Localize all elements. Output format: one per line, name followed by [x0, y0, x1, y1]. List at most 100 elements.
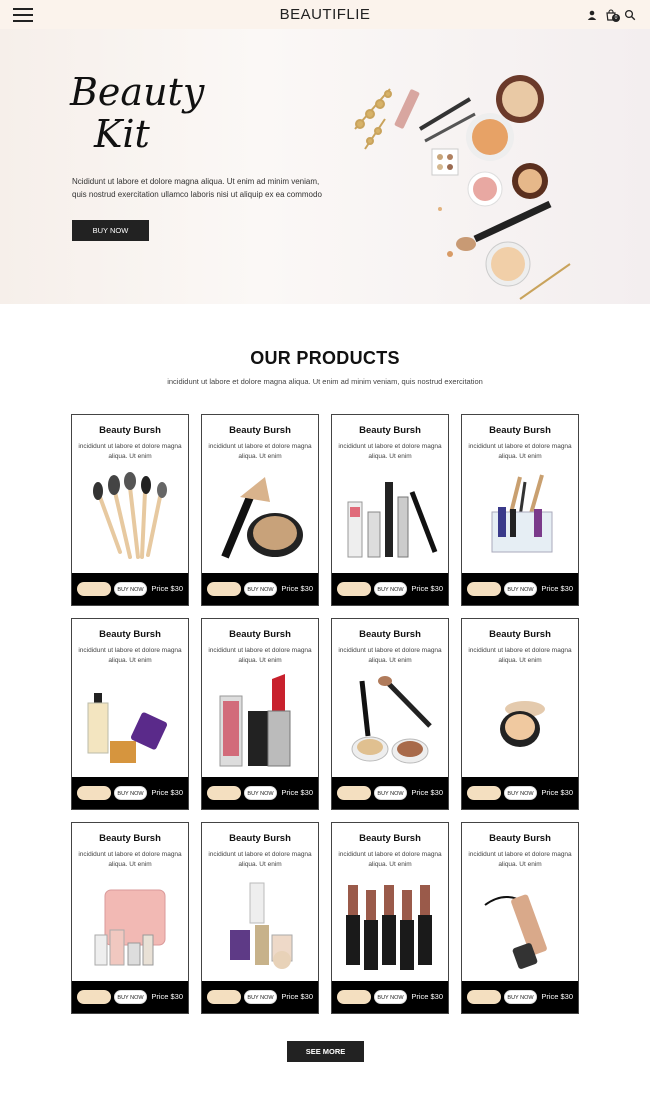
product-card[interactable]: Beauty Bursh incididunt ut labore et dol… — [331, 414, 449, 606]
hero-banner: Beauty Kit Ncididunt ut labore et dolore… — [0, 29, 650, 304]
compact-icon — [500, 701, 545, 747]
makeup-kit-icon — [351, 676, 432, 764]
user-icon[interactable] — [586, 8, 598, 20]
hero-buy-now-button[interactable]: BUY NOW — [72, 220, 149, 241]
product-price: Price $30 — [541, 992, 573, 1001]
cart-icon[interactable]: 0 — [605, 8, 620, 22]
product-card[interactable]: Beauty Bursh incididunt ut labore et dol… — [71, 414, 189, 606]
products-section-title: OUR PRODUCTS — [250, 348, 400, 368]
eyeliner-icon — [484, 894, 547, 969]
product-card[interactable]: Beauty Bursh incididunt ut labore et dol… — [201, 414, 319, 606]
product-price: Price $30 — [151, 788, 183, 797]
add-to-cart-button[interactable]: Add to cart — [77, 582, 111, 596]
buy-now-button[interactable]: BUY NOW — [504, 990, 537, 1004]
add-to-cart-button[interactable]: Add to cart — [77, 990, 111, 1004]
product-price: Price $30 — [411, 788, 443, 797]
brushes-icon — [93, 472, 167, 559]
brand-logo[interactable]: BEAUTIFLIE — [0, 6, 650, 23]
powder-compact-icon — [221, 477, 303, 559]
product-card[interactable]: Beauty Bursh incididunt ut labore et dol… — [331, 822, 449, 1014]
perfume-set-icon — [230, 882, 293, 969]
product-price: Price $30 — [411, 992, 443, 1001]
product-card[interactable]: Beauty Bursh incididunt ut labore et dol… — [331, 618, 449, 810]
page: BEAUTIFLIE 0 Beauty Kit Ncididunt ut lab… — [0, 0, 650, 1094]
product-price: Price $30 — [281, 788, 313, 797]
bottles-icon — [87, 693, 168, 763]
buy-now-button[interactable]: BUY NOW — [114, 786, 147, 800]
buy-now-button[interactable]: BUY NOW — [114, 990, 147, 1004]
product-price: Price $30 — [151, 992, 183, 1001]
hero-title-line2: Kit — [94, 112, 150, 156]
product-actions-bar: Add to cart BUY NOW Price $30 — [462, 981, 578, 1013]
buy-now-button[interactable]: BUY NOW — [244, 582, 277, 596]
product-actions-bar: Add to cart BUY NOW Price $30 — [72, 777, 188, 809]
product-price: Price $30 — [411, 584, 443, 593]
add-to-cart-button[interactable]: Add to cart — [467, 582, 501, 596]
add-to-cart-button[interactable]: Add to cart — [467, 990, 501, 1004]
add-to-cart-button[interactable]: Add to cart — [207, 786, 241, 800]
product-actions-bar: Add to cart BUY NOW Price $30 — [462, 573, 578, 605]
hero-title: Beauty Kit — [70, 71, 230, 155]
search-icon[interactable] — [624, 8, 636, 21]
buy-now-button[interactable]: BUY NOW — [504, 582, 537, 596]
product-title: Beauty Bursh — [489, 425, 551, 436]
product-title: Beauty Bursh — [99, 425, 161, 436]
product-description: incididunt ut labore et dolore magna ali… — [78, 851, 182, 868]
mascara-set-icon — [347, 482, 438, 558]
product-title: Beauty Bursh — [359, 833, 421, 844]
add-to-cart-button[interactable]: Add to cart — [207, 582, 241, 596]
buy-now-button[interactable]: BUY NOW — [244, 786, 277, 800]
product-title: Beauty Bursh — [229, 629, 291, 640]
add-to-cart-button[interactable]: Add to cart — [337, 582, 371, 596]
product-description: incididunt ut labore et dolore magna ali… — [468, 647, 572, 664]
product-actions-bar: Add to cart BUY NOW Price $30 — [332, 573, 448, 605]
product-card[interactable]: Beauty Bursh incididunt ut labore et dol… — [461, 414, 579, 606]
product-actions-bar: Add to cart BUY NOW Price $30 — [202, 981, 318, 1013]
product-card[interactable]: Beauty Bursh incididunt ut labore et dol… — [461, 822, 579, 1014]
product-card[interactable]: Beauty Bursh incididunt ut labore et dol… — [461, 618, 579, 810]
product-card[interactable]: Beauty Bursh incididunt ut labore et dol… — [71, 822, 189, 1014]
see-more-button[interactable]: SEE MORE — [287, 1041, 364, 1062]
product-actions-bar: Add to cart BUY NOW Price $30 — [202, 777, 318, 809]
header-actions: 0 — [586, 8, 636, 22]
product-price: Price $30 — [541, 788, 573, 797]
product-actions-bar: Add to cart BUY NOW Price $30 — [332, 981, 448, 1013]
product-description: incididunt ut labore et dolore magna ali… — [78, 647, 182, 664]
hero-title-line1: Beauty — [70, 70, 205, 114]
product-price: Price $30 — [541, 584, 573, 593]
product-title: Beauty Bursh — [229, 833, 291, 844]
product-title: Beauty Bursh — [99, 833, 161, 844]
buy-now-button[interactable]: BUY NOW — [374, 582, 407, 596]
product-card[interactable]: Beauty Bursh incididunt ut labore et dol… — [71, 618, 189, 810]
product-price: Price $30 — [281, 992, 313, 1001]
cosmetic-bag-icon — [94, 889, 166, 966]
buy-now-button[interactable]: BUY NOW — [374, 990, 407, 1004]
lipstick-collection-icon — [346, 885, 432, 970]
buy-now-button[interactable]: BUY NOW — [244, 990, 277, 1004]
add-to-cart-button[interactable]: Add to cart — [467, 786, 501, 800]
cart-count-badge: 0 — [612, 14, 620, 22]
organizer-icon — [491, 474, 553, 553]
buy-now-button[interactable]: BUY NOW — [114, 582, 147, 596]
product-card[interactable]: Beauty Bursh incididunt ut labore et dol… — [201, 822, 319, 1014]
product-description: incididunt ut labore et dolore magna ali… — [468, 851, 572, 868]
product-actions-bar: Add to cart BUY NOW Price $30 — [72, 981, 188, 1013]
product-actions-bar: Add to cart BUY NOW Price $30 — [72, 573, 188, 605]
product-actions-bar: Add to cart BUY NOW Price $30 — [332, 777, 448, 809]
add-to-cart-button[interactable]: Add to cart — [77, 786, 111, 800]
product-title: Beauty Bursh — [489, 629, 551, 640]
add-to-cart-button[interactable]: Add to cart — [207, 990, 241, 1004]
top-header: BEAUTIFLIE 0 — [0, 0, 650, 29]
product-title: Beauty Bursh — [359, 425, 421, 436]
products-section-subtitle: incididunt ut labore et dolore magna ali… — [167, 377, 483, 386]
hero-description: Ncididunt ut labore et dolore magna aliq… — [72, 177, 322, 199]
buy-now-button[interactable]: BUY NOW — [504, 786, 537, 800]
product-price: Price $30 — [281, 584, 313, 593]
product-description: incididunt ut labore et dolore magna ali… — [78, 443, 182, 460]
product-actions-bar: Add to cart BUY NOW Price $30 — [462, 777, 578, 809]
add-to-cart-button[interactable]: Add to cart — [337, 990, 371, 1004]
product-card[interactable]: Beauty Bursh incididunt ut labore et dol… — [201, 618, 319, 810]
add-to-cart-button[interactable]: Add to cart — [337, 786, 371, 800]
lipstick-icon — [219, 674, 291, 767]
buy-now-button[interactable]: BUY NOW — [374, 786, 407, 800]
